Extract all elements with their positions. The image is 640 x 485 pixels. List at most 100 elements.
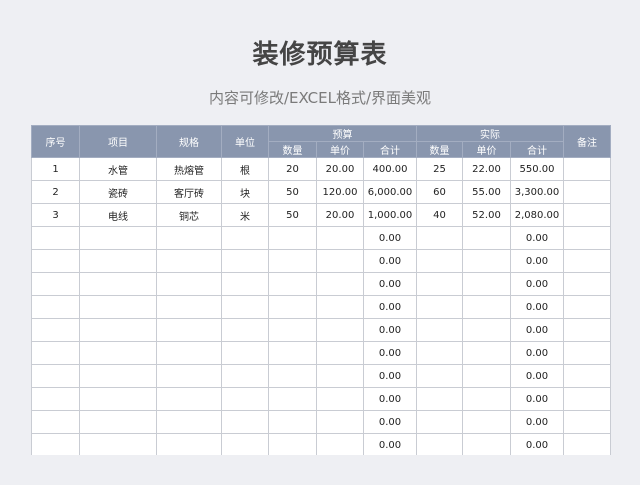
cell-budget-qty[interactable]: 50 bbox=[268, 180, 317, 204]
cell-actual-total[interactable]: 0.00 bbox=[510, 387, 564, 411]
cell-actual-price[interactable]: 52.00 bbox=[462, 203, 511, 227]
cell-seq[interactable] bbox=[31, 387, 80, 411]
cell-actual-qty[interactable] bbox=[416, 295, 463, 319]
cell-actual-price[interactable] bbox=[462, 387, 511, 411]
cell-item[interactable] bbox=[79, 272, 157, 296]
cell-actual-qty[interactable] bbox=[416, 387, 463, 411]
cell-actual-price[interactable] bbox=[462, 272, 511, 296]
cell-remark[interactable] bbox=[563, 226, 611, 250]
cell-item[interactable] bbox=[79, 249, 157, 273]
cell-budget-price[interactable] bbox=[316, 249, 364, 273]
cell-item[interactable] bbox=[79, 433, 157, 457]
cell-spec[interactable] bbox=[156, 249, 222, 273]
cell-unit[interactable] bbox=[221, 387, 269, 411]
cell-budget-qty[interactable] bbox=[268, 226, 317, 250]
cell-remark[interactable] bbox=[563, 203, 611, 227]
cell-spec[interactable] bbox=[156, 364, 222, 388]
cell-budget-price[interactable] bbox=[316, 387, 364, 411]
cell-seq[interactable] bbox=[31, 318, 80, 342]
cell-budget-qty[interactable] bbox=[268, 433, 317, 457]
cell-unit[interactable] bbox=[221, 341, 269, 365]
cell-actual-qty[interactable] bbox=[416, 364, 463, 388]
cell-spec[interactable]: 热熔管 bbox=[156, 157, 222, 181]
cell-seq[interactable]: 2 bbox=[31, 180, 80, 204]
cell-unit[interactable] bbox=[221, 410, 269, 434]
cell-actual-qty[interactable] bbox=[416, 249, 463, 273]
cell-actual-price[interactable] bbox=[462, 341, 511, 365]
cell-item[interactable] bbox=[79, 318, 157, 342]
cell-remark[interactable] bbox=[563, 180, 611, 204]
cell-budget-total[interactable]: 0.00 bbox=[363, 249, 417, 273]
cell-seq[interactable] bbox=[31, 364, 80, 388]
cell-budget-total[interactable]: 0.00 bbox=[363, 341, 417, 365]
cell-seq[interactable] bbox=[31, 433, 80, 457]
cell-actual-price[interactable] bbox=[462, 410, 511, 434]
cell-seq[interactable]: 1 bbox=[31, 157, 80, 181]
cell-actual-qty[interactable] bbox=[416, 410, 463, 434]
cell-spec[interactable]: 铜芯 bbox=[156, 203, 222, 227]
cell-actual-qty[interactable] bbox=[416, 433, 463, 457]
cell-item[interactable]: 电线 bbox=[79, 203, 157, 227]
cell-remark[interactable] bbox=[563, 272, 611, 296]
cell-actual-price[interactable] bbox=[462, 364, 511, 388]
cell-actual-total[interactable]: 0.00 bbox=[510, 341, 564, 365]
cell-actual-qty[interactable]: 25 bbox=[416, 157, 463, 181]
cell-item[interactable] bbox=[79, 364, 157, 388]
cell-spec[interactable] bbox=[156, 387, 222, 411]
cell-budget-total[interactable]: 0.00 bbox=[363, 410, 417, 434]
cell-item[interactable]: 瓷砖 bbox=[79, 180, 157, 204]
cell-budget-price[interactable] bbox=[316, 433, 364, 457]
cell-actual-qty[interactable]: 40 bbox=[416, 203, 463, 227]
cell-item[interactable] bbox=[79, 410, 157, 434]
cell-budget-total[interactable]: 400.00 bbox=[363, 157, 417, 181]
cell-budget-price[interactable]: 120.00 bbox=[316, 180, 364, 204]
cell-actual-total[interactable]: 0.00 bbox=[510, 318, 564, 342]
cell-spec[interactable] bbox=[156, 410, 222, 434]
cell-item[interactable]: 水管 bbox=[79, 157, 157, 181]
cell-budget-qty[interactable] bbox=[268, 249, 317, 273]
cell-actual-total[interactable]: 0.00 bbox=[510, 433, 564, 457]
cell-remark[interactable] bbox=[563, 387, 611, 411]
cell-budget-total[interactable]: 0.00 bbox=[363, 226, 417, 250]
cell-budget-price[interactable] bbox=[316, 295, 364, 319]
cell-spec[interactable]: 客厅砖 bbox=[156, 180, 222, 204]
cell-remark[interactable] bbox=[563, 364, 611, 388]
cell-remark[interactable] bbox=[563, 410, 611, 434]
cell-budget-price[interactable] bbox=[316, 364, 364, 388]
cell-actual-total[interactable]: 3,300.00 bbox=[510, 180, 564, 204]
cell-remark[interactable] bbox=[563, 341, 611, 365]
cell-budget-qty[interactable]: 20 bbox=[268, 157, 317, 181]
cell-actual-qty[interactable]: 60 bbox=[416, 180, 463, 204]
cell-spec[interactable] bbox=[156, 295, 222, 319]
cell-seq[interactable] bbox=[31, 249, 80, 273]
cell-budget-price[interactable] bbox=[316, 226, 364, 250]
cell-unit[interactable] bbox=[221, 226, 269, 250]
cell-actual-price[interactable] bbox=[462, 226, 511, 250]
cell-actual-total[interactable]: 0.00 bbox=[510, 295, 564, 319]
cell-spec[interactable] bbox=[156, 226, 222, 250]
cell-unit[interactable]: 根 bbox=[221, 157, 269, 181]
cell-budget-price[interactable] bbox=[316, 318, 364, 342]
cell-item[interactable] bbox=[79, 387, 157, 411]
cell-budget-total[interactable]: 1,000.00 bbox=[363, 203, 417, 227]
cell-budget-qty[interactable]: 50 bbox=[268, 203, 317, 227]
cell-unit[interactable] bbox=[221, 295, 269, 319]
cell-seq[interactable]: 3 bbox=[31, 203, 80, 227]
cell-actual-total[interactable]: 0.00 bbox=[510, 226, 564, 250]
cell-budget-total[interactable]: 6,000.00 bbox=[363, 180, 417, 204]
cell-spec[interactable] bbox=[156, 433, 222, 457]
cell-budget-total[interactable]: 0.00 bbox=[363, 387, 417, 411]
cell-unit[interactable] bbox=[221, 249, 269, 273]
cell-item[interactable] bbox=[79, 295, 157, 319]
cell-actual-total[interactable]: 550.00 bbox=[510, 157, 564, 181]
cell-remark[interactable] bbox=[563, 249, 611, 273]
cell-actual-qty[interactable] bbox=[416, 318, 463, 342]
cell-budget-total[interactable]: 0.00 bbox=[363, 433, 417, 457]
cell-unit[interactable]: 米 bbox=[221, 203, 269, 227]
cell-item[interactable] bbox=[79, 341, 157, 365]
cell-unit[interactable]: 块 bbox=[221, 180, 269, 204]
cell-budget-qty[interactable] bbox=[268, 410, 317, 434]
cell-actual-price[interactable] bbox=[462, 318, 511, 342]
cell-spec[interactable] bbox=[156, 318, 222, 342]
cell-remark[interactable] bbox=[563, 295, 611, 319]
